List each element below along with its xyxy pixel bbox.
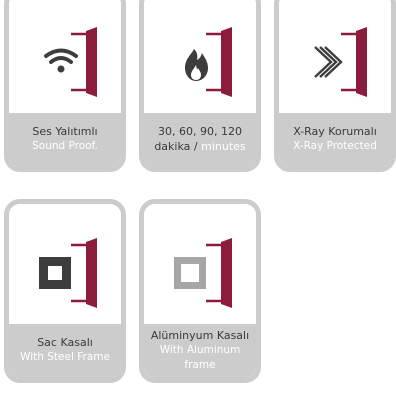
door-icon	[44, 27, 97, 97]
door-panel	[356, 27, 367, 97]
feature-caption: X-Ray Korumalı X-Ray Protected	[279, 113, 391, 167]
feature-icon-area	[9, 0, 121, 113]
feature-caption: Sac Kasalı With Steel Frame	[9, 324, 121, 378]
feature-title-en: With Steel Frame	[20, 351, 110, 363]
feature-title-tr: X-Ray Korumalı	[293, 125, 377, 138]
feature-title-tr-line2: dakika	[154, 140, 191, 153]
feature-title-en: minutes	[201, 140, 246, 153]
door-icon	[185, 27, 232, 97]
door-icon	[174, 238, 232, 308]
feature-caption: 30, 60, 90, 120 dakika / minutes	[144, 113, 256, 167]
feature-title-en: With Aluminum frame	[159, 343, 241, 371]
door-panel	[221, 238, 232, 308]
feature-card-sound-proof: Ses Yalıtımlı Sound Proof.	[4, 0, 126, 172]
feature-title-tr: Ses Yalıtımlı	[32, 125, 98, 138]
feature-card-aluminum-frame: Alüminyum Kasalı With Aluminum frame	[139, 199, 261, 383]
feature-title-separator: /	[193, 140, 198, 153]
feature-title-tr: Alüminyum Kasalı	[150, 328, 250, 342]
feature-title-line2: dakika / minutes	[154, 139, 245, 154]
feature-icon-area	[144, 0, 256, 113]
feature-title-en: Sound Proof.	[32, 140, 98, 152]
feature-caption: Alüminyum Kasalı With Aluminum frame	[144, 324, 256, 378]
feature-icon-area	[9, 204, 121, 324]
aluminum-frame-icon	[174, 257, 206, 289]
feature-title-en: X-Ray Protected	[293, 140, 377, 152]
fire-icon	[185, 49, 208, 81]
door-panel	[86, 27, 97, 97]
feature-title-tr: Sac Kasalı	[37, 336, 93, 349]
door-panel	[86, 238, 97, 308]
door-panel	[221, 27, 232, 97]
feature-card-fire-rated: 30, 60, 90, 120 dakika / minutes	[139, 0, 261, 172]
feature-title-tr: 30, 60, 90, 120	[158, 125, 242, 138]
feature-card-xray-protected: X-Ray Korumalı X-Ray Protected	[274, 0, 396, 172]
steel-frame-icon	[39, 257, 71, 289]
door-icon	[39, 238, 97, 308]
feature-card-steel-frame: Sac Kasalı With Steel Frame	[4, 199, 126, 383]
feature-icon-area	[144, 204, 256, 324]
xray-chevron-icon	[314, 46, 343, 78]
feature-icon-area	[279, 0, 391, 113]
feature-caption: Ses Yalıtımlı Sound Proof.	[9, 113, 121, 167]
wifi-icon	[44, 48, 78, 73]
door-icon	[314, 27, 367, 97]
